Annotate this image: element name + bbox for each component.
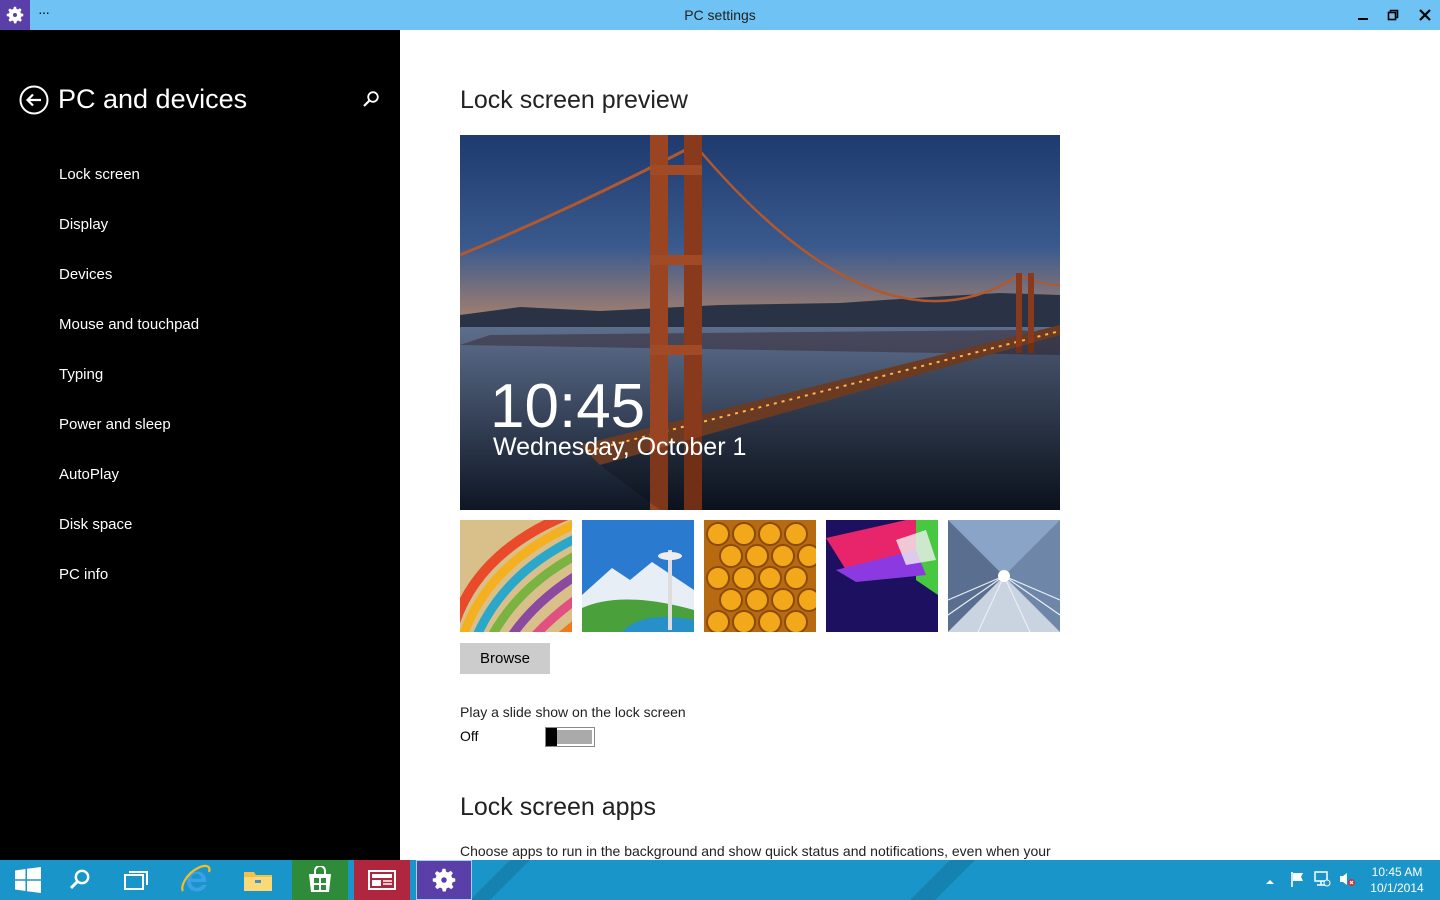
start-button[interactable] <box>0 860 56 900</box>
sidebar-title: PC and devices <box>58 84 248 114</box>
lock-screen-apps-heading: Lock screen apps <box>460 793 656 821</box>
pc-settings-taskbar-icon[interactable] <box>416 860 472 900</box>
news-app-icon[interactable] <box>354 860 410 900</box>
sidebar-item-display[interactable]: Display <box>59 213 199 263</box>
sidebar-item-lock-screen[interactable]: Lock screen <box>59 163 199 213</box>
toggle-knob <box>546 728 557 746</box>
background-thumbnail-ribbons[interactable] <box>460 520 572 632</box>
main-content: Lock screen preview 10:45 Wednesday, Oct… <box>460 30 1440 860</box>
taskbar-clock-time: 10:45 AM <box>1371 865 1423 879</box>
sidebar-item-power-and-sleep[interactable]: Power and sleep <box>59 413 199 463</box>
title-bar: ··· PC settings <box>0 0 1440 30</box>
slideshow-setting-label: Play a slide show on the lock screen <box>460 704 686 720</box>
close-button[interactable] <box>1410 0 1440 30</box>
search-taskbar-icon[interactable] <box>52 860 108 900</box>
action-center-flag-icon[interactable] <box>1289 870 1307 893</box>
sidebar-item-autoplay[interactable]: AutoPlay <box>59 463 199 513</box>
file-explorer-icon[interactable] <box>230 860 286 900</box>
lock-screen-preview-image: 10:45 Wednesday, October 1 <box>460 135 1060 510</box>
sidebar-nav: Lock screen Display Devices Mouse and to… <box>59 163 199 613</box>
slideshow-toggle[interactable] <box>545 727 595 747</box>
search-icon[interactable] <box>362 90 380 108</box>
store-app-icon[interactable] <box>292 860 348 900</box>
background-thumbnail-abstract-shapes[interactable] <box>826 520 938 632</box>
network-icon[interactable] <box>1313 870 1331 893</box>
taskbar-clock[interactable]: 10:45 AM 10/1/2014 <box>1362 864 1432 896</box>
minimize-button[interactable] <box>1348 0 1378 30</box>
sidebar-item-pc-info[interactable]: PC info <box>59 563 199 613</box>
sidebar: PC and devices Lock screen Display Devic… <box>0 30 400 860</box>
lock-screen-preview-date: Wednesday, October 1 <box>493 433 747 461</box>
background-thumbnail-subway-tunnel[interactable] <box>948 520 1060 632</box>
lock-screen-preview-time: 10:45 <box>490 372 646 441</box>
sidebar-item-typing[interactable]: Typing <box>59 363 199 413</box>
taskbar-clock-date: 10/1/2014 <box>1370 881 1424 895</box>
back-arrow-icon[interactable] <box>19 85 49 115</box>
internet-explorer-icon[interactable] <box>168 860 224 900</box>
background-thumbnail-space-needle[interactable] <box>582 520 694 632</box>
show-hidden-icons-chevron-icon[interactable] <box>1264 874 1276 892</box>
sidebar-item-disk-space[interactable]: Disk space <box>59 513 199 563</box>
volume-muted-icon[interactable] <box>1338 870 1356 893</box>
sidebar-item-mouse-and-touchpad[interactable]: Mouse and touchpad <box>59 313 199 363</box>
browse-button[interactable]: Browse <box>460 643 550 674</box>
sidebar-item-devices[interactable]: Devices <box>59 263 199 313</box>
background-thumbnail-honeycomb[interactable] <box>704 520 816 632</box>
window-title: PC settings <box>684 7 756 23</box>
task-view-icon[interactable] <box>108 860 164 900</box>
taskbar: 10:45 AM 10/1/2014 <box>0 860 1440 900</box>
slideshow-state-label: Off <box>460 728 479 744</box>
restore-button[interactable] <box>1378 0 1408 30</box>
lock-screen-apps-description: Choose apps to run in the background and… <box>460 843 1051 859</box>
lock-screen-preview-heading: Lock screen preview <box>460 86 688 114</box>
